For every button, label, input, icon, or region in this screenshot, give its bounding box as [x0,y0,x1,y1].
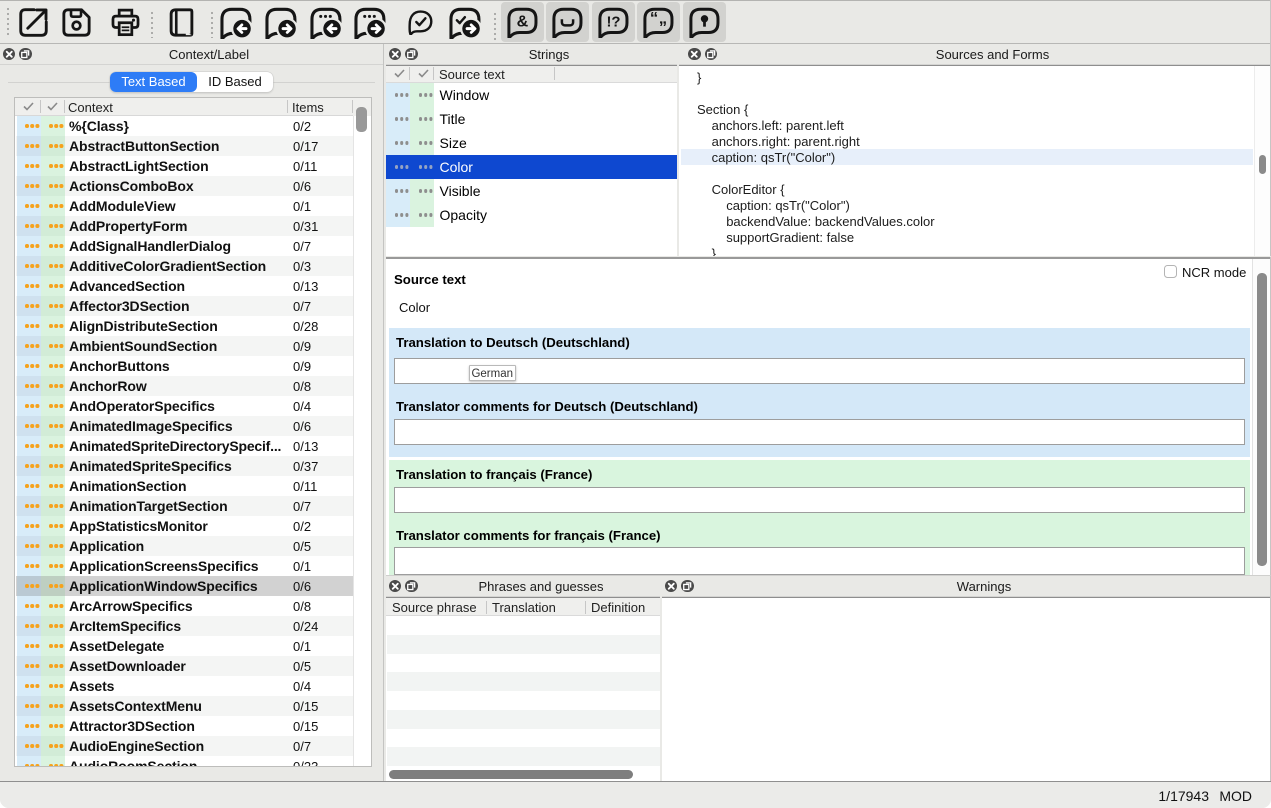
svg-text:„: „ [659,8,667,27]
svg-text:&: & [516,13,528,31]
svg-text:!?: !? [606,14,620,30]
svg-text:“: “ [650,8,658,27]
